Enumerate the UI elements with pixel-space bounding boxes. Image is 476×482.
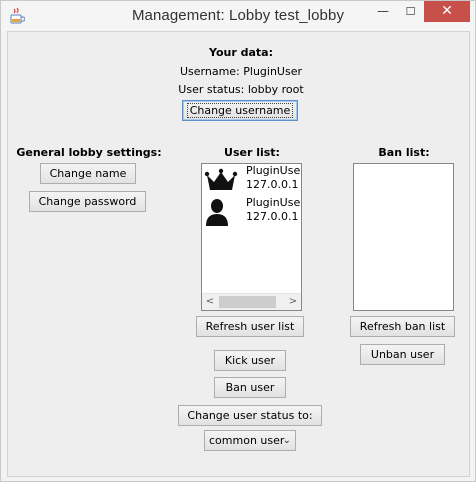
general-settings-heading: General lobby settings: [16, 146, 162, 159]
ban-user-button[interactable]: Ban user [214, 377, 286, 398]
your-data-heading: Your data: [209, 46, 273, 59]
user-status-value: common user [209, 434, 285, 447]
kick-user-button[interactable]: Kick user [214, 350, 286, 371]
chevron-down-icon: ⌄ [282, 435, 291, 446]
content-panel: Your data: Username: PluginUser User sta… [7, 31, 470, 477]
scroll-left-icon[interactable]: < [202, 294, 218, 310]
person-icon [204, 198, 238, 226]
crown-icon [204, 166, 238, 194]
minimize-button[interactable]: — [369, 1, 397, 22]
user-ip: 127.0.0.1 [246, 178, 299, 191]
change-username-label: Change username [186, 103, 294, 118]
refresh-ban-list-button[interactable]: Refresh ban list [350, 316, 455, 337]
user-status-select[interactable]: common user ⌄ [204, 430, 296, 451]
username-line: Username: PluginUser [179, 65, 303, 78]
title-bar[interactable]: Management: Lobby test_lobby — ☐ ✕ [1, 1, 475, 31]
user-list-box[interactable]: PluginUser 127.0.0.1 PluginUser( 127.0.0… [201, 163, 302, 311]
user-list-item[interactable]: PluginUser 127.0.0.1 [204, 164, 302, 194]
ban-list-box[interactable] [353, 163, 454, 311]
scrollbar-thumb[interactable] [219, 296, 276, 308]
refresh-user-list-button[interactable]: Refresh user list [196, 316, 304, 337]
change-user-status-button[interactable]: Change user status to: [178, 405, 322, 426]
change-password-button[interactable]: Change password [29, 191, 146, 212]
change-name-button[interactable]: Change name [40, 163, 136, 184]
close-button[interactable]: ✕ [424, 1, 470, 22]
scroll-right-icon[interactable]: > [285, 294, 301, 310]
maximize-button[interactable]: ☐ [397, 1, 424, 22]
horizontal-scrollbar[interactable]: < > [202, 293, 301, 310]
ban-list-heading: Ban list: [378, 146, 430, 159]
management-window: Management: Lobby test_lobby — ☐ ✕ Your … [0, 0, 476, 482]
user-list-item[interactable]: PluginUser( 127.0.0.1 [204, 196, 301, 226]
user-name: PluginUser( [246, 196, 301, 209]
user-name: PluginUser [246, 164, 302, 177]
user-list-heading: User list: [224, 146, 280, 159]
unban-user-button[interactable]: Unban user [360, 344, 445, 365]
user-ip: 127.0.0.1 [246, 210, 299, 223]
user-status-line: User status: lobby root [178, 83, 304, 96]
change-username-button[interactable]: Change username [182, 100, 298, 121]
